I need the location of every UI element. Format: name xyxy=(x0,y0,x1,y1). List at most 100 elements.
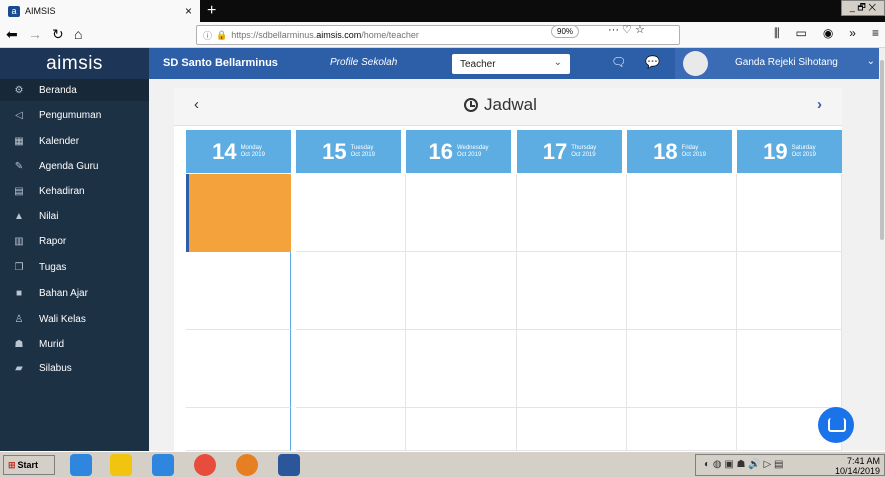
schedule-cell[interactable] xyxy=(406,252,517,330)
page-actions-icon[interactable]: ··· ♡ ☆ xyxy=(608,23,645,36)
schedule-cell[interactable] xyxy=(186,252,291,330)
file-explorer-icon[interactable] xyxy=(110,454,132,476)
schedule-cell[interactable] xyxy=(627,330,737,408)
chrome-icon[interactable] xyxy=(194,454,216,476)
next-week-button[interactable]: › xyxy=(817,96,822,113)
schedule-cell[interactable] xyxy=(737,330,842,408)
day-header[interactable]: 15 Tuesday Oct 2019 xyxy=(296,130,401,173)
sidebar-toggle-icon[interactable]: ▭ xyxy=(795,26,806,41)
sidebar-item-bahan-ajar[interactable]: ■ Bahan Ajar xyxy=(0,282,149,304)
sidebar-item-label: Silabus xyxy=(39,362,72,374)
sidebar-item-label: Agenda Guru xyxy=(39,160,99,172)
day-month: Oct 2019 xyxy=(456,151,482,158)
schedule-cell[interactable] xyxy=(737,174,842,252)
schedule-cell[interactable] xyxy=(627,174,737,252)
sidebar-item-silabus[interactable]: ▰ Silabus xyxy=(0,357,149,379)
day-month: Oct 2019 xyxy=(240,151,265,158)
schedule-cell[interactable] xyxy=(296,252,406,330)
schedule-cell[interactable] xyxy=(296,174,406,252)
day-header[interactable]: 16 Wednesday Oct 2019 xyxy=(406,130,511,173)
day-number: 17 xyxy=(542,138,568,164)
sidebar-item-beranda[interactable]: ⚙ Beranda xyxy=(0,79,149,101)
app-logo[interactable]: aimsis xyxy=(0,48,149,79)
new-tab-icon[interactable]: + xyxy=(207,2,216,20)
sidebar-item-label: Wali Kelas xyxy=(39,313,86,325)
schedule-cell[interactable] xyxy=(406,174,517,252)
book-icon: ■ xyxy=(15,287,23,299)
firefox-icon[interactable] xyxy=(236,454,258,476)
schedule-cell[interactable] xyxy=(517,174,627,252)
day-month: Oct 2019 xyxy=(791,151,816,158)
sidebar-item-rapor[interactable]: ▥ Rapor xyxy=(0,230,149,252)
schedule-cell[interactable] xyxy=(406,330,517,408)
sidebar-item-agenda-guru[interactable]: ✎ Agenda Guru xyxy=(0,155,149,177)
role-select[interactable]: Teacher ⌄ xyxy=(452,54,570,74)
schedule-cell[interactable] xyxy=(186,330,291,408)
copy-icon: ❐ xyxy=(14,261,24,273)
day-header[interactable]: 17 Thursday Oct 2019 xyxy=(517,130,622,173)
menu-icon[interactable]: ≡ xyxy=(872,26,879,41)
word-icon[interactable] xyxy=(278,454,300,476)
page-scrollbar-thumb[interactable] xyxy=(880,60,884,240)
comments-icon[interactable]: 💬 xyxy=(645,55,660,69)
sidebar-item-label: Beranda xyxy=(39,84,77,96)
sidebar-item-kehadiran[interactable]: ▤ Kehadiran xyxy=(0,180,149,202)
internet-explorer-icon[interactable] xyxy=(70,454,92,476)
schedule-cell[interactable] xyxy=(517,408,627,451)
dashboard-icon: ⚙ xyxy=(14,84,24,96)
home-icon[interactable]: ⌂ xyxy=(74,26,82,42)
calendar-title: Jadwal xyxy=(464,95,537,115)
overflow-icon[interactable]: » xyxy=(849,26,856,41)
schedule-cell[interactable] xyxy=(186,408,291,451)
day-name: Wednesday xyxy=(456,144,489,151)
sidebar-item-murid[interactable]: ☗ Murid xyxy=(0,333,149,355)
day-header[interactable]: 18 Friday Oct 2019 xyxy=(627,130,732,173)
day-header[interactable]: 19 Saturday Oct 2019 xyxy=(737,130,842,173)
url-prefix: https://sdbellarminus. xyxy=(231,30,317,40)
chat-widget-button[interactable] xyxy=(818,407,854,443)
schedule-cell[interactable] xyxy=(406,408,517,451)
close-tab-icon[interactable]: × xyxy=(185,4,192,18)
tray-icons[interactable]: ◐ ◍ ▣ ☗ 🔊 ▷ ▤ xyxy=(704,459,783,470)
info-icon[interactable]: ⓘ xyxy=(203,29,212,42)
sidebar-item-kalender[interactable]: ▦ Kalender xyxy=(0,130,149,152)
remote-desktop-icon[interactable] xyxy=(152,454,174,476)
schedule-cell[interactable] xyxy=(296,408,406,451)
profile-sekolah-link[interactable]: Profile Sekolah xyxy=(330,57,397,68)
sidebar-item-tugas[interactable]: ❐ Tugas xyxy=(0,256,149,278)
chat-icon[interactable]: 🗨 xyxy=(611,55,626,69)
back-icon[interactable]: ⬅ xyxy=(6,26,18,43)
schedule-cell[interactable] xyxy=(627,408,737,451)
sidebar-item-pengumuman[interactable]: ◁ Pengumuman xyxy=(0,104,149,126)
schedule-cell[interactable] xyxy=(517,252,627,330)
pencil-icon: ✎ xyxy=(14,160,24,172)
sidebar-item-label: Kalender xyxy=(39,135,80,147)
sidebar-item-nilai[interactable]: ▲ Nilai xyxy=(0,205,149,227)
day-number: 16 xyxy=(428,138,453,164)
browser-tab[interactable]: a AIMSIS × xyxy=(0,0,200,22)
calendar-header: ‹ Jadwal › xyxy=(174,88,842,126)
schedule-cell[interactable] xyxy=(627,252,737,330)
schedule-cell[interactable] xyxy=(737,252,842,330)
system-tray: ◐ ◍ ▣ ☗ 🔊 ▷ ▤ 7:41 AM 10/14/2019 xyxy=(695,454,885,476)
day-month: Oct 2019 xyxy=(350,151,375,158)
schedule-event[interactable] xyxy=(186,174,291,252)
account-icon[interactable]: ◉ xyxy=(823,26,833,41)
tab-title: AIMSIS xyxy=(25,6,56,16)
start-button[interactable]: ⊞ Start xyxy=(3,455,55,475)
day-header[interactable]: 14 Monday Oct 2019 xyxy=(186,130,291,173)
day-name: Monday xyxy=(240,144,262,151)
system-clock[interactable]: 7:41 AM 10/14/2019 xyxy=(835,456,880,476)
zoom-level[interactable]: 90% xyxy=(551,25,580,38)
window-controls[interactable]: _ 🗗 ✕ xyxy=(841,0,885,16)
prev-week-button[interactable]: ‹ xyxy=(194,96,199,113)
school-name[interactable]: SD Santo Bellarminus xyxy=(163,57,278,69)
library-icon[interactable]: ⫼ xyxy=(774,26,780,41)
forward-icon[interactable]: → xyxy=(28,26,42,42)
schedule-cell[interactable] xyxy=(517,330,627,408)
user-menu[interactable]: Ganda Rejeki Sihotang ⌄ xyxy=(675,48,885,79)
aimsis-favicon-icon: a xyxy=(8,5,20,17)
reload-icon[interactable]: ↻ xyxy=(52,26,64,43)
sidebar-item-wali-kelas[interactable]: ♙ Wali Kelas xyxy=(0,308,149,330)
schedule-cell[interactable] xyxy=(296,330,406,408)
